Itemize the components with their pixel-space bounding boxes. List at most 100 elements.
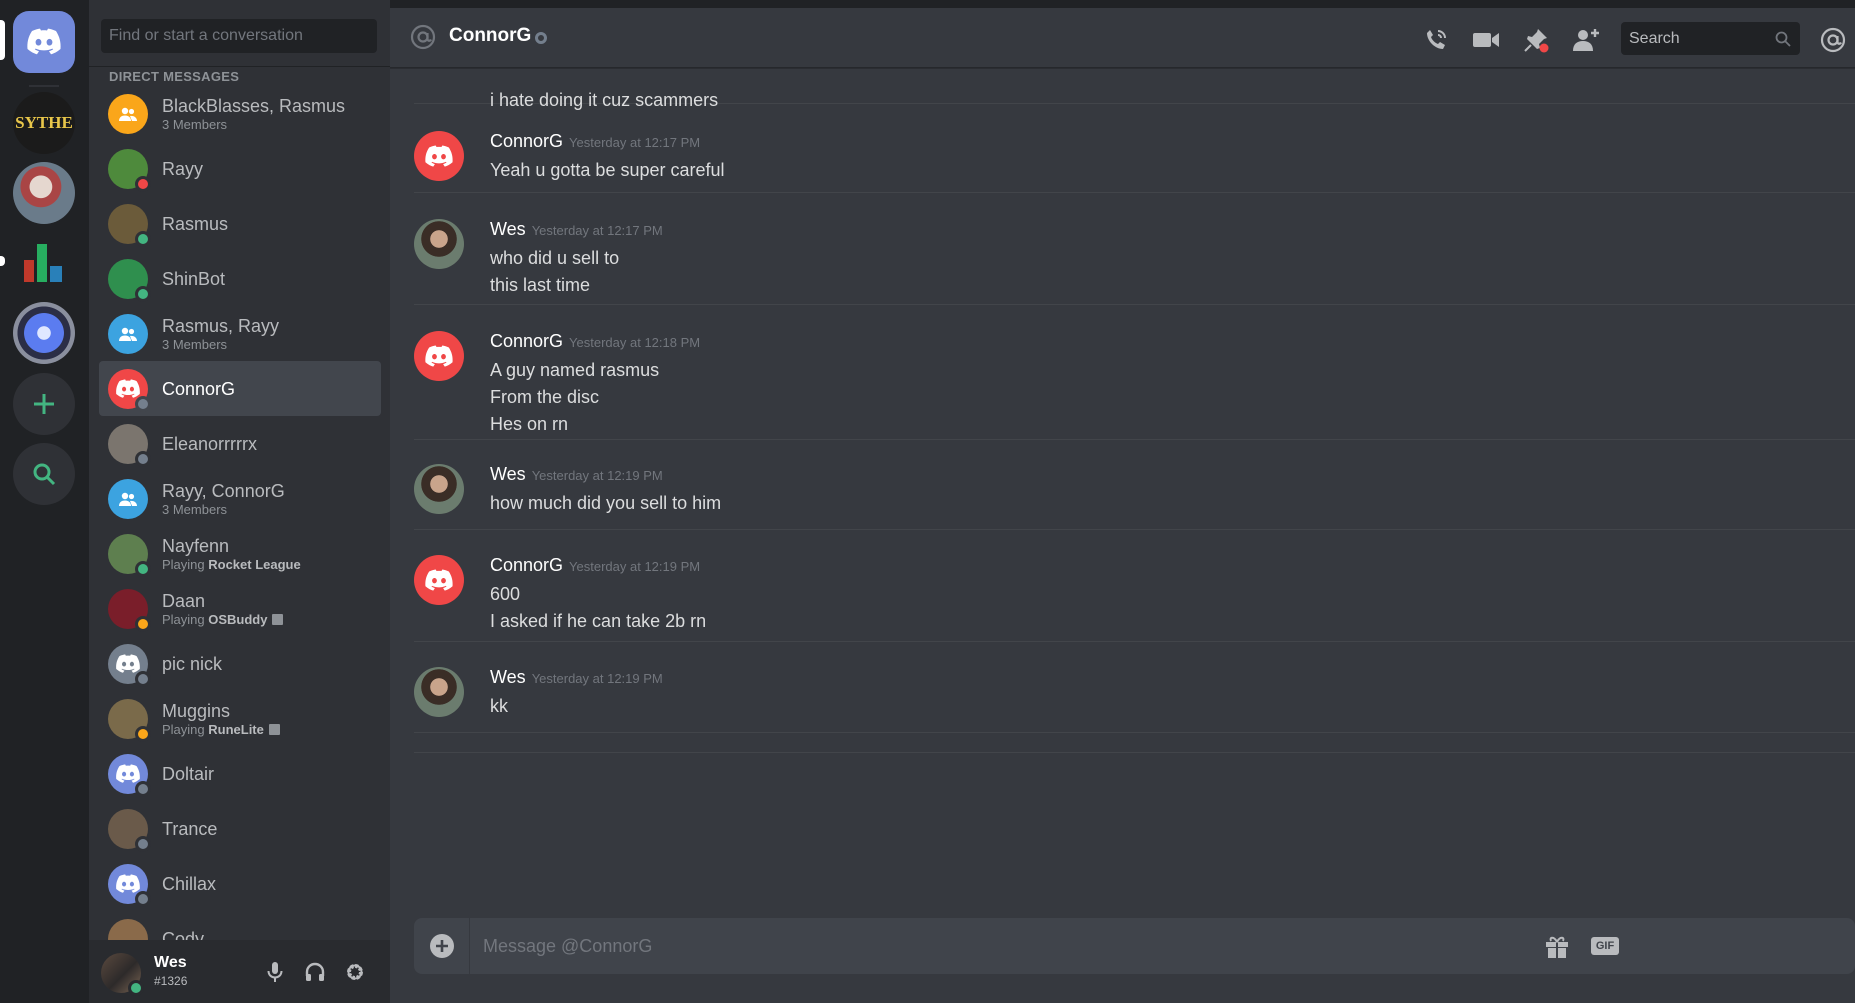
server-4[interactable] [13, 302, 75, 364]
discord-logo-icon [116, 653, 140, 673]
message-line: this last time [490, 275, 591, 295]
mute-button[interactable] [261, 958, 289, 986]
dm-avatar [108, 753, 151, 797]
user-tag: #1326 [154, 974, 188, 988]
plus-icon [34, 394, 54, 414]
message-list: i hate doing it cuz scammers ConnorG Yeste… [390, 69, 1855, 909]
dm-text: pic nick [162, 653, 222, 675]
dm-avatar [108, 588, 151, 632]
status-indicator [135, 780, 151, 797]
status-indicator [135, 285, 151, 302]
author-avatar[interactable] [414, 131, 464, 181]
dm-item[interactable]: Eleanorrrrrx [99, 416, 381, 471]
dm-item[interactable]: Chillax [99, 856, 381, 911]
find-conversation-input[interactable]: Find or start a conversation [101, 19, 377, 53]
dm-item[interactable]: Rayy [99, 141, 381, 196]
dm-item[interactable]: ShinBot [99, 251, 381, 306]
dm-item[interactable]: pic nick [99, 636, 381, 691]
message-input[interactable]: Message @ConnorG [483, 918, 652, 974]
dm-name: ShinBot [162, 268, 226, 289]
dm-text: Trance [162, 818, 217, 840]
upload-button[interactable] [414, 918, 470, 974]
dm-item[interactable]: Nayfenn Playing Rocket League [99, 526, 381, 581]
gift-button[interactable] [1542, 931, 1572, 961]
author-name[interactable]: Wes [490, 464, 526, 484]
server-2[interactable] [13, 162, 75, 224]
message-timestamp: Yesterday at 12:17 PM [569, 135, 701, 150]
mentions-button[interactable] [1818, 25, 1848, 55]
rail-divider [29, 85, 59, 87]
explore-servers-button[interactable] [13, 443, 75, 505]
message-content: 600 I asked if he can take 2b rn [490, 581, 706, 635]
dm-avatar [108, 643, 151, 687]
search-input[interactable]: Search [1621, 22, 1800, 55]
author-name[interactable]: ConnorG [490, 131, 563, 151]
message-timestamp: Yesterday at 12:19 PM [531, 671, 663, 686]
activity-prefix: Playing [162, 556, 209, 572]
selected-pill [0, 20, 5, 60]
search-icon [33, 463, 56, 486]
author-name[interactable]: Wes [490, 667, 526, 687]
dm-item[interactable]: ConnorG [99, 361, 381, 416]
status-indicator [135, 230, 151, 247]
pinned-messages-button[interactable] [1521, 25, 1551, 55]
author-avatar[interactable] [414, 219, 464, 269]
author-avatar[interactable] [414, 464, 464, 514]
user-avatar[interactable] [101, 953, 144, 996]
start-video-call-button[interactable] [1471, 25, 1501, 55]
add-friends-to-dm-button[interactable] [1571, 25, 1601, 55]
dm-name: Nayfenn [162, 535, 230, 556]
message-header: Wes Yesterday at 12:17 PM [490, 219, 663, 240]
status-indicator [135, 725, 151, 742]
user-status-indicator [128, 980, 144, 996]
dm-item[interactable]: Daan Playing OSBuddy [99, 581, 381, 636]
add-server-button[interactable] [13, 373, 75, 435]
author-name[interactable]: ConnorG [490, 331, 563, 351]
message-header: ConnorG Yesterday at 12:17 PM [490, 131, 700, 152]
author-avatar[interactable] [414, 667, 464, 717]
message-timestamp: Yesterday at 12:17 PM [531, 223, 663, 238]
activity-prefix: Playing [162, 611, 209, 627]
message-content: A guy named rasmus From the disc Hes on rn [490, 357, 659, 438]
home-button[interactable] [13, 11, 75, 73]
dm-activity: Playing Rocket League [162, 557, 301, 573]
channel-title: ConnorG [449, 25, 532, 46]
message-line: how much did you sell to him [490, 493, 722, 513]
author-avatar[interactable] [414, 555, 464, 605]
dm-item[interactable]: BlackBlasses, Rasmus 3 Members [99, 86, 381, 141]
author-name[interactable]: ConnorG [490, 555, 563, 575]
gif-picker-button[interactable]: GIF [1587, 931, 1623, 961]
dm-item[interactable]: Muggins Playing RuneLite [99, 691, 381, 746]
server-3[interactable] [13, 230, 75, 292]
plus-circle-icon [429, 934, 454, 958]
dm-item[interactable]: Rasmus [99, 196, 381, 251]
dm-name: Chillax [162, 873, 217, 894]
message-divider [414, 439, 1855, 440]
author-name[interactable]: Wes [490, 219, 526, 239]
dm-name: Rayy, ConnorG [162, 480, 285, 501]
discord-logo-icon [27, 28, 61, 55]
author-avatar[interactable] [414, 331, 464, 381]
dm-item[interactable]: Trance [99, 801, 381, 856]
phone-call-icon [1427, 30, 1446, 49]
sidebar-divider [89, 66, 390, 67]
message-line: who did u sell to [490, 248, 620, 268]
dm-item[interactable]: Rayy, ConnorG 3 Members [99, 471, 381, 526]
discord-logo-icon [425, 568, 453, 591]
dm-avatar [108, 423, 151, 467]
gif-label: GIF [1590, 937, 1620, 955]
group-icon [119, 327, 137, 341]
server-sythe[interactable]: SYTHE [13, 92, 75, 154]
activity-game: RuneLite [208, 721, 264, 737]
at-sign-icon [410, 24, 436, 50]
group-dm-avatar [108, 93, 148, 134]
dm-text: Doltair [162, 763, 214, 785]
deafen-button[interactable] [301, 958, 329, 986]
dm-item[interactable]: Doltair [99, 746, 381, 801]
discord-app: SYTHE Find or start a conversation DIREC… [0, 0, 1855, 1003]
dm-item[interactable]: Rasmus, Rayy 3 Members [99, 306, 381, 361]
activity-game: Rocket League [208, 556, 301, 572]
user-settings-button[interactable] [341, 958, 369, 986]
start-voice-call-button[interactable] [1421, 25, 1451, 55]
message-divider [414, 304, 1855, 305]
